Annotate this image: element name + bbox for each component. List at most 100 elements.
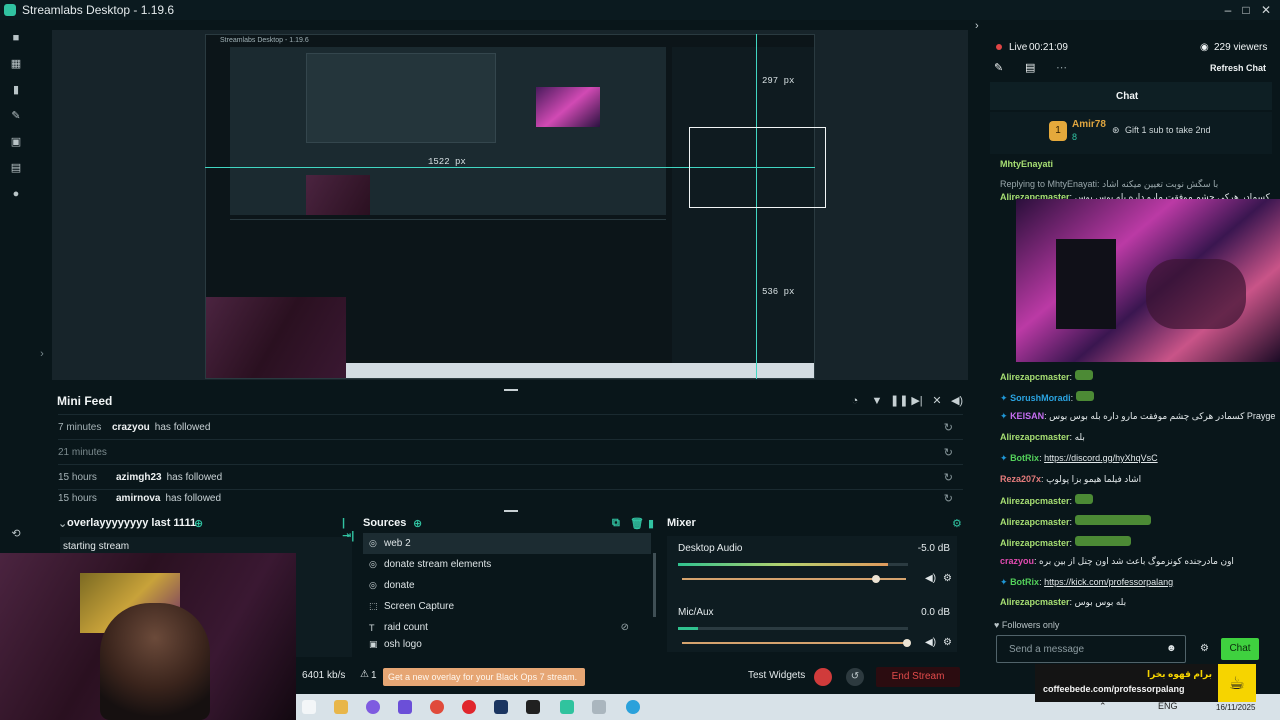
opera-icon[interactable] [462, 700, 476, 714]
mixer-channel-db: 0.0 dB [921, 607, 950, 618]
source-row[interactable]: ◎ web 2 [363, 533, 651, 554]
replay-icon[interactable]: ↻ [944, 471, 953, 484]
bitrate-text: 6401 kb/s [302, 670, 346, 681]
streamlabs-taskbar-icon[interactable] [560, 700, 574, 714]
volume-slider-knob[interactable] [872, 575, 880, 583]
studio-mode-icon[interactable]: ⟲ [10, 528, 22, 540]
pause-icon[interactable]: ❚❚ [890, 394, 908, 408]
source-row[interactable]: ◎ donate stream elements [363, 554, 651, 575]
inner-minifeed [230, 219, 666, 279]
chrome-icon[interactable] [430, 700, 444, 714]
source-row[interactable]: ▣ osh logo [363, 638, 651, 650]
feed-time: 7 minutes [58, 421, 102, 433]
collapse-right-icon[interactable]: › [975, 20, 979, 32]
obs-icon[interactable] [592, 700, 606, 714]
telegram-icon[interactable] [626, 700, 640, 714]
hidden-eye-icon[interactable]: ⊘ [621, 622, 629, 633]
record-button[interactable] [814, 668, 832, 686]
dashboard-icon[interactable]: ▦ [10, 58, 22, 70]
end-stream-button[interactable]: End Stream [876, 667, 960, 687]
mute-alerts-icon[interactable]: ✕ [930, 394, 944, 408]
minimize-button[interactable]: – [1220, 2, 1236, 18]
inner-chat [672, 47, 814, 377]
app-icon[interactable] [366, 700, 380, 714]
nested-cam [536, 87, 600, 127]
expand-left-icon[interactable]: › [36, 348, 48, 360]
mini-feed-title: Mini Feed [57, 394, 113, 408]
themes-icon[interactable]: ✎ [10, 110, 22, 122]
replay-icon[interactable]: ↻ [944, 446, 953, 459]
speaker-icon[interactable]: ◀) [925, 573, 936, 584]
close-button[interactable]: ✕ [1258, 2, 1274, 18]
taskbar-date[interactable]: 16/11/2025 [1216, 703, 1255, 712]
audio-meter [678, 627, 908, 630]
media-icon[interactable]: ▤ [10, 162, 22, 174]
feed-name: amirnova [116, 493, 161, 504]
warning-icon[interactable]: ⚠ [360, 669, 369, 680]
source-row[interactable]: ◎ donate [363, 575, 651, 596]
volume-icon[interactable]: ◀) [950, 394, 964, 408]
file-explorer-icon[interactable] [334, 700, 348, 714]
source-label: Screen Capture [384, 601, 455, 612]
feed-time: 21 minutes [58, 446, 107, 458]
source-row[interactable]: Traid count ⊘ [363, 617, 651, 638]
volume-slider-knob[interactable] [903, 639, 911, 647]
emote-icon [1074, 370, 1093, 380]
chat-send-button[interactable]: Chat [1221, 638, 1259, 660]
file-icon[interactable] [302, 700, 316, 714]
maximize-button[interactable]: □ [1238, 2, 1254, 18]
source-group-icon[interactable]: ⧉ [612, 517, 620, 530]
sources-panel: Sources ⊕ ⧉ 🗑 ▮ ◎ web 2 ◎ donate stream el… [338, 515, 660, 660]
emoji-icon[interactable]: ☻ [1166, 643, 1177, 654]
game-icon[interactable] [526, 700, 540, 714]
volume-slider[interactable] [682, 642, 906, 644]
add-scene-icon[interactable]: ⊕ [194, 517, 203, 530]
chat-message-input[interactable]: Send a message [996, 635, 1186, 663]
replay-buffer-icon[interactable]: ↺ [846, 668, 864, 686]
browser-source-icon: ◎ [369, 559, 377, 569]
add-source-icon[interactable]: ⊕ [413, 517, 422, 530]
tray-arrow-icon[interactable]: ⌃ [1099, 701, 1107, 712]
chat-message: ✦ SorushMoradi: [1000, 391, 1094, 404]
stream-video-overlay [1016, 199, 1280, 362]
feed-row: 7 minutes crazyou has followed ↻ [58, 414, 963, 439]
library-icon[interactable]: ▮ [10, 84, 22, 96]
feed-row: 21 minutes ↻ [58, 439, 963, 464]
selection-box[interactable] [689, 127, 826, 208]
browser-source-icon: ◎ [369, 538, 377, 548]
test-widgets-label[interactable]: Test Widgets [748, 670, 805, 681]
inner-taskbar [346, 363, 814, 378]
feed-time: 15 hours [58, 471, 97, 483]
source-folder-icon[interactable]: ▮ [648, 517, 654, 530]
replay-icon[interactable]: ↻ [944, 492, 953, 505]
collapse-icon[interactable]: ⌄ [58, 517, 67, 530]
chat-settings-icon[interactable]: ⚙ [1200, 643, 1209, 654]
emote-icon [1075, 391, 1094, 401]
scene-collection-title[interactable]: overlayyyyyyyy last 1111 [67, 517, 196, 529]
sources-scrollbar[interactable] [653, 553, 656, 617]
channel-settings-icon[interactable]: ⚙ [943, 637, 952, 648]
record-icon[interactable]: ● [10, 188, 22, 200]
store-icon[interactable]: ▣ [10, 136, 22, 148]
overlay-promo-tip[interactable]: Get a new overlay for your Black Ops 7 s… [383, 668, 585, 686]
channel-settings-icon[interactable]: ⚙ [943, 573, 952, 584]
skip-icon[interactable]: ▶| [910, 394, 924, 408]
pie-chart-icon[interactable]: ◔ [848, 394, 862, 408]
editor-icon[interactable]: ■ [10, 32, 22, 44]
filter-icon[interactable]: ▼ [870, 394, 884, 408]
source-row[interactable]: ⬚ Screen Capture [363, 596, 651, 617]
chat-message: ✦ KEISAN: کسمادر هرکی چشم موفقت مارو دار… [1000, 411, 1276, 421]
speaker-icon[interactable]: ◀) [925, 637, 936, 648]
language-indicator[interactable]: ENG [1158, 701, 1178, 711]
remove-source-icon[interactable]: 🗑 [630, 517, 644, 530]
scene-item[interactable]: starting stream [63, 541, 129, 552]
resize-handle[interactable] [504, 510, 518, 512]
mixer-settings-icon[interactable]: ⚙ [952, 517, 962, 530]
steam-icon[interactable] [494, 700, 508, 714]
source-label: osh logo [384, 638, 422, 650]
chat-message: Alirezapcmaster: بله [1000, 432, 1085, 442]
title-bar: Streamlabs Desktop - 1.19.6 – □ ✕ [0, 0, 1280, 20]
replay-icon[interactable]: ↻ [944, 421, 953, 434]
chat-message: Alirezapcmaster: [1000, 536, 1131, 548]
discord-icon[interactable] [398, 700, 412, 714]
